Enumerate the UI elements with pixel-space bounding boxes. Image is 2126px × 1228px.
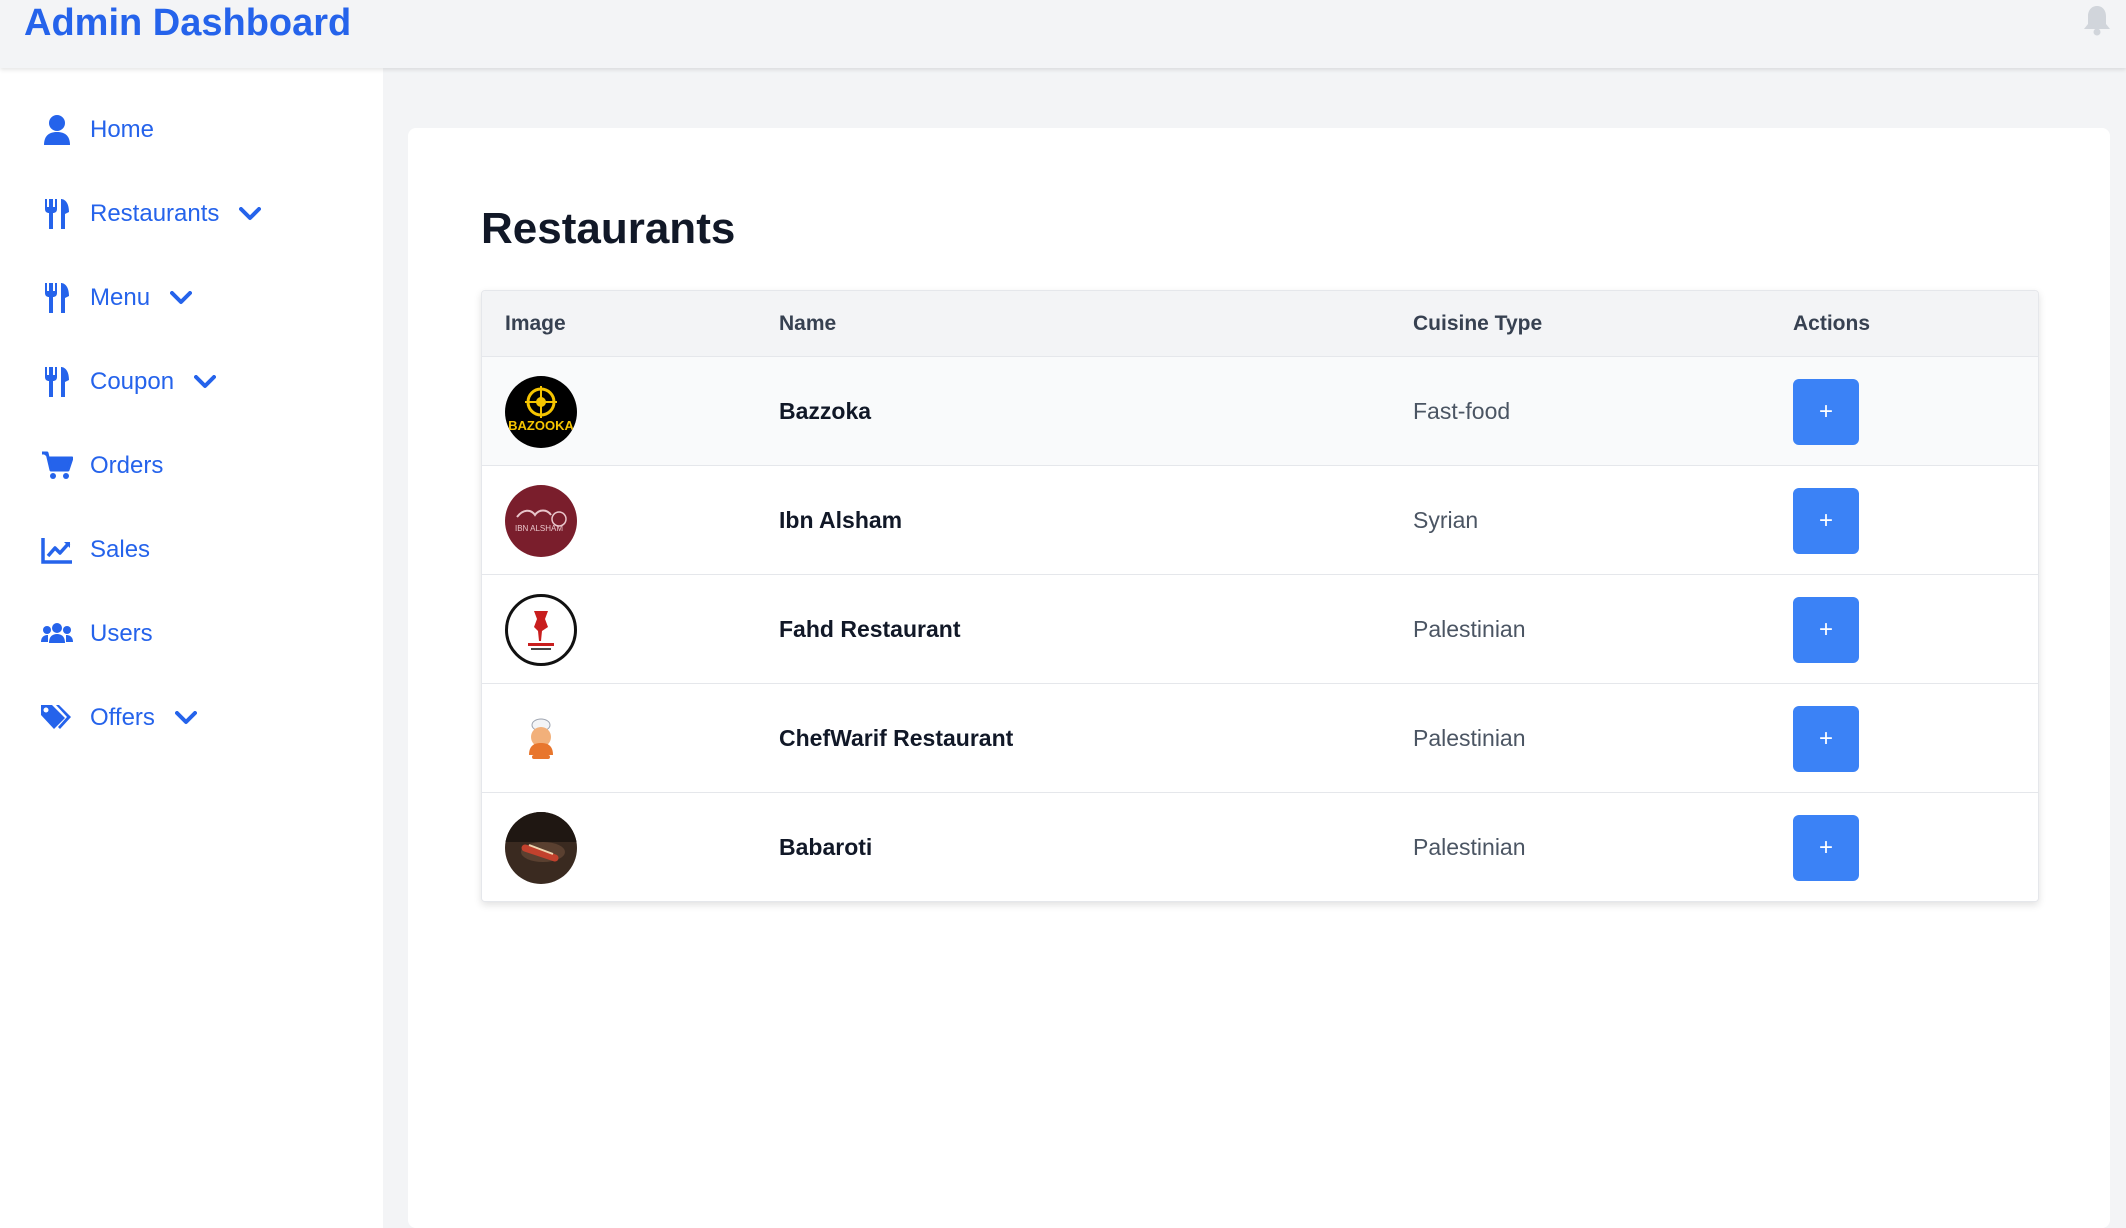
bell-icon[interactable] [2082, 4, 2112, 36]
column-header-image: Image [505, 312, 566, 335]
cuisine-type: Palestinian [1413, 725, 1526, 751]
users-icon [40, 617, 74, 651]
restaurant-name: Fahd Restaurant [779, 616, 961, 642]
chevron-down-icon [239, 207, 262, 221]
user-icon [40, 113, 74, 147]
sidebar-item-coupon[interactable]: Coupon [40, 360, 217, 404]
sidebar-item-label: Sales [90, 536, 151, 563]
cuisine-type: Palestinian [1413, 616, 1526, 642]
restaurants-table: Image Name Cuisine Type Actions BAZOOKA … [481, 290, 2039, 902]
sidebar-item-label: Users [90, 620, 153, 647]
svg-text:BAZOOKA: BAZOOKA [508, 418, 574, 433]
chart-line-icon [40, 533, 74, 567]
cart-icon [40, 449, 74, 483]
sidebar-item-offers[interactable]: Offers [40, 696, 197, 740]
sidebar-item-users[interactable]: Users [40, 612, 153, 656]
sidebar-item-restaurants[interactable]: Restaurants [40, 192, 262, 236]
column-header-cuisine: Cuisine Type [1413, 312, 1543, 335]
content-card: Restaurants Image Name Cuisine Type Acti… [408, 128, 2110, 1228]
sidebar-item-label: Coupon [90, 368, 175, 395]
chevron-down-icon [174, 711, 197, 725]
page-title: Restaurants [481, 204, 736, 253]
sidebar-item-menu[interactable]: Menu [40, 276, 193, 320]
sidebar: Home Restaurants Menu Coupon Orders Sale… [0, 68, 383, 1228]
sidebar-item-label: Home [90, 116, 155, 143]
column-header-actions: Actions [1793, 312, 1871, 335]
sidebar-item-label: Restaurants [90, 200, 220, 227]
restaurant-logo [505, 811, 577, 884]
column-header-name: Name [779, 312, 837, 335]
table-row: ChefWarif Restaurant Palestinian + [482, 684, 2038, 793]
cuisine-type: Syrian [1413, 507, 1479, 533]
sidebar-item-label: Orders [90, 452, 164, 479]
restaurant-name: ChefWarif Restaurant [779, 725, 1014, 751]
utensils-icon [40, 197, 74, 231]
table-row: IBN ALSHAM Ibn Alsham Syrian + [482, 466, 2038, 575]
restaurant-logo: IBN ALSHAM [505, 484, 577, 557]
cuisine-type: Fast-food [1413, 398, 1511, 424]
sidebar-item-label: Offers [90, 704, 155, 731]
sidebar-item-orders[interactable]: Orders [40, 444, 163, 488]
tags-icon [40, 701, 74, 735]
add-button[interactable]: + [1793, 378, 1859, 445]
add-button[interactable]: + [1793, 705, 1859, 772]
table-row: Babaroti Palestinian + [482, 793, 2038, 901]
restaurant-logo: BAZOOKA [505, 375, 577, 448]
restaurant-name: Bazzoka [779, 398, 872, 424]
add-button[interactable]: + [1793, 487, 1859, 554]
restaurant-logo [505, 593, 577, 666]
table-row: Fahd Restaurant Palestinian + [482, 575, 2038, 684]
restaurant-logo [505, 702, 577, 775]
restaurant-name: Ibn Alsham [779, 507, 903, 533]
chevron-down-icon [170, 291, 193, 305]
sidebar-item-home[interactable]: Home [40, 108, 154, 152]
table-row: BAZOOKA Bazzoka Fast-food + [482, 357, 2038, 466]
chevron-down-icon [194, 375, 217, 389]
app-title: Admin Dashboard [24, 2, 352, 44]
restaurant-name: Babaroti [779, 834, 873, 860]
svg-text:IBN ALSHAM: IBN ALSHAM [515, 524, 563, 533]
cuisine-type: Palestinian [1413, 834, 1526, 860]
sidebar-item-sales[interactable]: Sales [40, 528, 150, 572]
add-button[interactable]: + [1793, 814, 1859, 881]
utensils-icon [40, 281, 74, 315]
top-bar: Admin Dashboard [0, 0, 2126, 68]
sidebar-item-label: Menu [90, 284, 151, 311]
add-button[interactable]: + [1793, 596, 1859, 663]
utensils-icon [40, 365, 74, 399]
table-header: Image Name Cuisine Type Actions [482, 291, 2038, 357]
